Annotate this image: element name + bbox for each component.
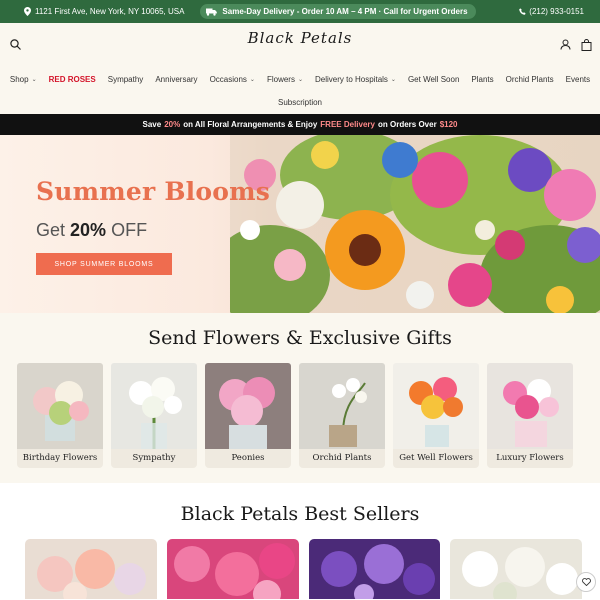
phone-link[interactable]: (212) 933-0151 <box>519 7 584 16</box>
product-card[interactable] <box>166 539 299 599</box>
store-address[interactable]: 1121 First Ave, New York, NY 10065, USA <box>24 7 184 16</box>
nav-item-label: Shop <box>9 74 29 84</box>
chevron-down-icon: ⌄ <box>297 76 303 83</box>
nav-item-anniversary[interactable]: Anniversary <box>149 75 203 84</box>
nav-item-label: Delivery to Hospitals <box>315 74 388 84</box>
nav-item-flowers[interactable]: Flowers ⌄ <box>261 75 309 84</box>
nav-row-secondary: Subscription <box>16 92 584 112</box>
nav-row-primary: Shop ⌄ RED ROSES Sympathy Anniversary Occasio… <box>10 66 590 92</box>
promo-amount: $120 <box>439 120 458 129</box>
hero-sub-post: OFF <box>111 220 148 240</box>
category-label: Sympathy <box>111 449 197 468</box>
category-list: Birthday Flowers Sympathy Peonies Orchid Pl… <box>0 363 600 468</box>
wishlist-heart-icon[interactable] <box>576 572 596 592</box>
delivery-text: Same-Day Delivery - Order 10 AM – 4 PM ·… <box>222 7 468 16</box>
truck-icon <box>206 8 218 16</box>
nav-item-label: Occasions <box>209 74 247 84</box>
nav-item-label: RED ROSES <box>48 74 96 84</box>
promo-text-1: Save <box>142 120 162 129</box>
promo-banner: Save 20% on All Floral Arrangements & En… <box>0 114 600 135</box>
nav-item-label: Flowers <box>266 74 295 84</box>
promo-percent: 20% <box>164 120 181 129</box>
nav-item-label: Events <box>565 74 591 84</box>
chevron-down-icon: ⌄ <box>249 76 255 83</box>
nav-item-get-well-soon[interactable]: Get Well Soon <box>402 75 465 84</box>
hero-banner[interactable]: Summer Blooms Get 20% OFF SHOP SUMMER BL… <box>0 135 600 313</box>
nav-item-plants[interactable]: Plants <box>465 75 499 84</box>
search-icon[interactable] <box>8 38 22 52</box>
category-label: Birthday Flowers <box>17 449 103 468</box>
promo-text-2: on All Floral Arrangements & Enjoy <box>183 120 318 129</box>
nav-item-shop[interactable]: Shop ⌄ <box>4 75 43 84</box>
category-card-orchid-plants[interactable]: Orchid Plants <box>299 363 385 468</box>
address-text: 1121 First Ave, New York, NY 10065, USA <box>35 7 185 16</box>
best-sellers-section: Black Petals Best Sellers <box>0 483 600 600</box>
category-image <box>111 363 197 449</box>
category-image <box>17 363 103 449</box>
nav-item-label: Plants <box>471 74 494 84</box>
category-card-luxury-flowers[interactable]: Luxury Flowers <box>487 363 573 468</box>
promo-free-delivery: FREE Delivery <box>320 120 375 129</box>
shop-summer-blooms-button[interactable]: SHOP SUMMER BLOOMS <box>36 253 172 275</box>
category-section-title: Send Flowers & Exclusive Gifts <box>148 327 452 349</box>
chevron-down-icon: ⌄ <box>390 76 396 83</box>
phone-number: (212) 933-0151 <box>529 7 584 16</box>
site-logo[interactable]: Black Petals <box>248 29 353 47</box>
top-info-bar: 1121 First Ave, New York, NY 10065, USA … <box>0 0 600 23</box>
best-sellers-title: Black Petals Best Sellers <box>180 503 420 525</box>
nav-item-label: Orchid Plants <box>505 74 554 84</box>
category-card-peonies[interactable]: Peonies <box>205 363 291 468</box>
category-image <box>393 363 479 449</box>
product-card[interactable] <box>450 539 582 599</box>
product-card[interactable] <box>308 539 441 599</box>
cart-icon[interactable] <box>581 38 592 51</box>
hero-subtitle: Get 20% OFF <box>36 220 270 241</box>
category-label: Luxury Flowers <box>487 449 573 468</box>
category-card-get-well-flowers[interactable]: Get Well Flowers <box>393 363 479 468</box>
category-image <box>205 363 291 449</box>
nav-item-subscription[interactable]: Subscription <box>272 98 328 107</box>
delivery-badge: Same-Day Delivery - Order 10 AM – 4 PM ·… <box>200 4 476 19</box>
nav-item-red-roses[interactable]: RED ROSES <box>43 75 102 84</box>
nav-item-label: Anniversary <box>155 74 198 84</box>
nav-item-occasions[interactable]: Occasions ⌄ <box>204 75 261 84</box>
main-navigation: Shop ⌄ RED ROSES Sympathy Anniversary Occasio… <box>0 66 600 114</box>
category-card-birthday-flowers[interactable]: Birthday Flowers <box>17 363 103 468</box>
category-image <box>299 363 385 449</box>
category-label: Orchid Plants <box>299 449 385 468</box>
site-header: Black Petals <box>0 23 600 66</box>
category-section: Send Flowers & Exclusive Gifts Birthday … <box>0 313 600 483</box>
category-label: Peonies <box>205 449 291 468</box>
hero-bouquet-image <box>230 135 600 313</box>
promo-text-3: on Orders Over <box>378 120 437 129</box>
category-image <box>487 363 573 449</box>
nav-item-delivery-to-hospitals[interactable]: Delivery to Hospitals ⌄ <box>309 75 402 84</box>
nav-item-sympathy[interactable]: Sympathy <box>102 75 150 84</box>
nav-item-label: Get Well Soon <box>407 74 460 84</box>
phone-icon <box>519 8 526 15</box>
nav-item-label: Sympathy <box>107 74 144 84</box>
hero-sub-percent: 20% <box>70 220 107 240</box>
chevron-down-icon: ⌄ <box>31 76 37 83</box>
nav-item-label: Subscription <box>277 97 323 107</box>
nav-item-orchid-plants[interactable]: Orchid Plants <box>500 75 560 84</box>
category-card-sympathy[interactable]: Sympathy <box>111 363 197 468</box>
user-icon[interactable] <box>560 39 571 50</box>
hero-title: Summer Blooms <box>36 177 271 206</box>
category-label: Get Well Flowers <box>393 449 479 468</box>
product-card[interactable] <box>25 539 157 599</box>
best-sellers-list <box>0 539 600 599</box>
location-pin-icon <box>24 7 31 16</box>
nav-item-events[interactable]: Events <box>560 75 596 84</box>
hero-sub-pre: Get <box>36 220 66 240</box>
